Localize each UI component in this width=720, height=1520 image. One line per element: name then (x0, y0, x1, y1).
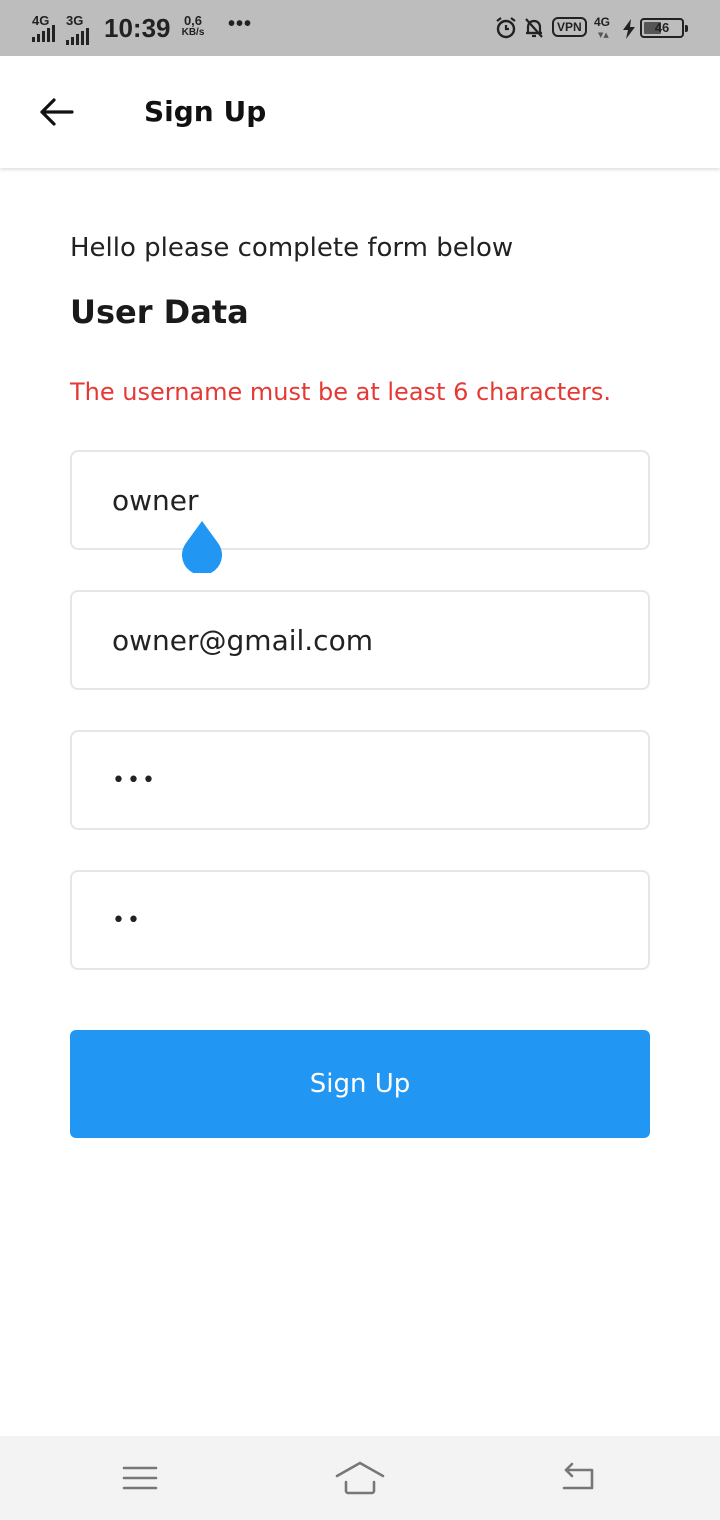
status-bar: 4G 3G 10:39 0,6 KB/s ••• VPN 4G ▼▲ 46 (0, 0, 720, 56)
username-field[interactable] (70, 450, 650, 550)
nav-back-button[interactable] (548, 1454, 608, 1502)
status-time: 10:39 (104, 13, 171, 43)
system-navigation-bar (0, 1436, 720, 1520)
network-type-label: 4G (32, 13, 50, 28)
network-type-label: 3G (66, 13, 84, 28)
more-notifications-indicator: ••• (228, 13, 253, 35)
battery-tip (685, 25, 688, 32)
nav-home-button[interactable] (330, 1454, 390, 1502)
network-speed: 0,6 KB/s (178, 13, 208, 39)
page-title: Sign Up (144, 95, 267, 128)
network-speed-unit: KB/s (181, 27, 205, 38)
nav-menu-button[interactable] (110, 1454, 170, 1502)
network-signal-4g: 4G (32, 14, 62, 42)
notifications-off-icon (525, 18, 543, 38)
app-bar: Sign Up (0, 56, 720, 168)
password-input[interactable] (112, 732, 632, 828)
vpn-badge: VPN (552, 17, 587, 37)
email-input[interactable] (112, 592, 632, 688)
network-speed-value: 0,6 (183, 13, 203, 28)
signal-bars-icon (32, 25, 55, 42)
charging-icon (623, 19, 635, 39)
confirm-password-field[interactable] (70, 870, 650, 970)
battery-level: 46 (654, 20, 670, 35)
battery-icon: 46 (640, 18, 688, 38)
mobile-data-type: 4G (594, 15, 611, 29)
alarm-icon (496, 17, 516, 39)
password-field[interactable] (70, 730, 650, 830)
section-title: User Data (70, 293, 249, 331)
menu-icon (122, 1466, 158, 1490)
home-icon (335, 1461, 385, 1495)
email-field[interactable] (70, 590, 650, 690)
text-cursor-handle-icon[interactable] (180, 519, 224, 573)
signal-bars-icon (66, 28, 89, 45)
back-icon (562, 1462, 594, 1490)
back-button[interactable] (24, 84, 88, 140)
network-signal-3g: 3G (66, 13, 96, 45)
arrow-left-icon (40, 98, 74, 126)
sign-up-button[interactable]: Sign Up (70, 1030, 650, 1138)
data-activity-icon: ▼▲ (598, 31, 609, 39)
confirm-password-input[interactable] (112, 872, 632, 968)
form-intro-text: Hello please complete form below (70, 233, 514, 263)
username-error-message: The username must be at least 6 characte… (70, 378, 612, 406)
